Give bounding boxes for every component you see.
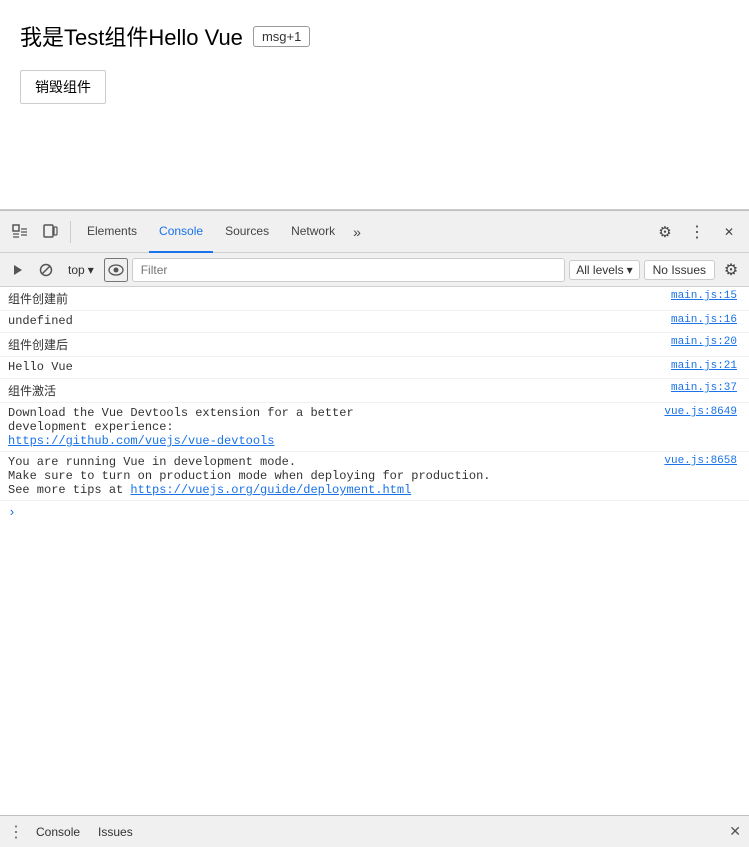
device-icon-button[interactable] (36, 218, 64, 246)
gear-icon: ⚙ (658, 223, 671, 241)
chevron-down-icon: ▾ (88, 263, 94, 277)
block-button[interactable] (34, 258, 58, 282)
statusbar-issues-tab[interactable]: Issues (92, 823, 139, 841)
devtools-panel: Elements Console Sources Network » ⚙ ⋮ (0, 210, 749, 847)
console-row: undefined main.js:16 (0, 311, 749, 333)
console-settings-button[interactable]: ⚙ (719, 258, 743, 282)
eye-icon (108, 264, 124, 276)
prompt-caret: › (8, 505, 16, 520)
console-row: Hello Vue main.js:21 (0, 357, 749, 379)
filter-input[interactable] (132, 258, 566, 282)
tab-sources[interactable]: Sources (215, 211, 279, 253)
tab-console[interactable]: Console (149, 211, 213, 253)
devtools-right-icons: ⚙ ⋮ ✕ (651, 218, 743, 246)
page-area: 我是Test组件Hello Vue msg+1 销毁组件 (0, 0, 749, 210)
inspect-icon-button[interactable] (6, 218, 34, 246)
more-vert-icon: ⋮ (689, 222, 705, 242)
context-selector[interactable]: top ▾ (62, 261, 100, 279)
prod-link[interactable]: https://vuejs.org/guide/deployment.html (130, 483, 411, 497)
settings-button[interactable]: ⚙ (651, 218, 679, 246)
console-row: 组件创建前 main.js:15 (0, 287, 749, 311)
console-row: 组件激活 main.js:37 (0, 379, 749, 403)
devtools-source-link[interactable]: vue.js:8649 (664, 406, 737, 448)
levels-selector[interactable]: All levels ▾ (569, 260, 639, 280)
more-tabs-button[interactable]: » (347, 220, 367, 244)
console-prompt-row: › (0, 501, 749, 524)
msg-badge: msg+1 (253, 26, 310, 47)
more-options-button[interactable]: ⋮ (683, 218, 711, 246)
prod-row-header: You are running Vue in development mode.… (8, 455, 737, 497)
statusbar-menu-icon[interactable]: ⋮ (8, 822, 24, 842)
page-title: 我是Test组件Hello Vue (20, 20, 243, 52)
close-devtools-button[interactable]: ✕ (715, 218, 743, 246)
source-link[interactable]: main.js:21 (671, 360, 737, 372)
console-row: 组件创建后 main.js:20 (0, 333, 749, 357)
console-gear-icon: ⚙ (724, 260, 738, 280)
inspect-icon (12, 224, 28, 240)
no-issues-badge: No Issues (644, 260, 715, 280)
console-devtools-row: Download the Vue Devtools extension for … (0, 403, 749, 452)
statusbar-close-button[interactable]: ✕ (729, 823, 741, 840)
statusbar-console-tab[interactable]: Console (30, 823, 86, 841)
source-link[interactable]: main.js:20 (671, 336, 737, 348)
eye-button[interactable] (104, 258, 128, 282)
tab-network[interactable]: Network (281, 211, 345, 253)
source-link[interactable]: main.js:37 (671, 382, 737, 394)
levels-chevron-icon: ▾ (627, 263, 633, 277)
block-icon (39, 263, 53, 277)
prod-source-link[interactable]: vue.js:8658 (664, 455, 737, 497)
toolbar-separator (70, 221, 71, 243)
devtools-tabbar: Elements Console Sources Network » ⚙ ⋮ (0, 211, 749, 253)
console-output: 组件创建前 main.js:15 undefined main.js:16 组件… (0, 287, 749, 815)
tab-elements[interactable]: Elements (77, 211, 147, 253)
play-button[interactable] (6, 258, 30, 282)
devtools-link[interactable]: https://github.com/vuejs/vue-devtools (8, 434, 274, 448)
close-icon: ✕ (724, 225, 734, 239)
play-icon (11, 263, 25, 277)
devtools-row-header: Download the Vue Devtools extension for … (8, 406, 737, 448)
source-link[interactable]: main.js:15 (671, 290, 737, 302)
page-title-container: 我是Test组件Hello Vue msg+1 (20, 20, 729, 52)
console-toolbar: top ▾ All levels ▾ No Issues ⚙ (0, 253, 749, 287)
device-icon (42, 224, 58, 240)
destroy-button[interactable]: 销毁组件 (20, 70, 106, 104)
console-prod-row: You are running Vue in development mode.… (0, 452, 749, 501)
devtools-statusbar: ⋮ Console Issues ✕ (0, 815, 749, 847)
source-link[interactable]: main.js:16 (671, 314, 737, 326)
